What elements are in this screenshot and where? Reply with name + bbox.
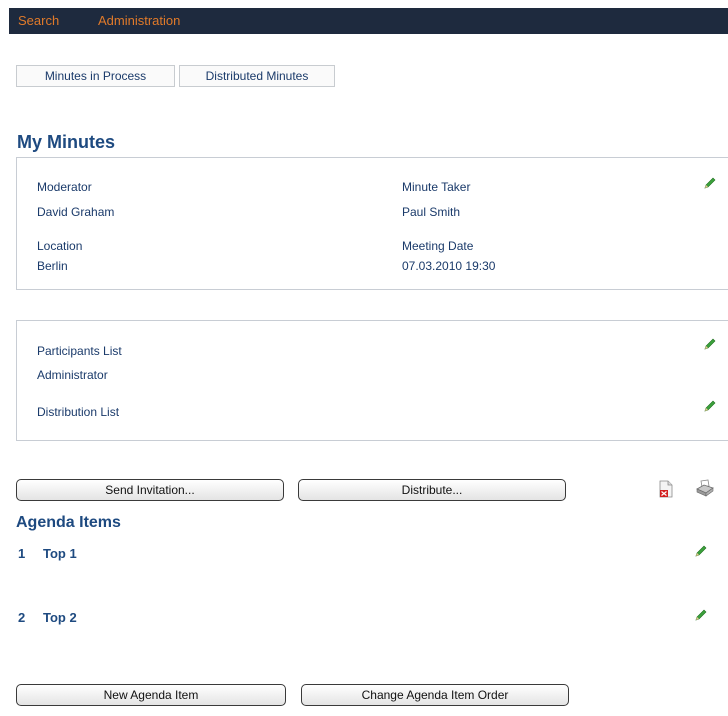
moderator-value: David Graham <box>37 205 115 219</box>
edit-distribution-pencil-icon[interactable] <box>703 399 717 413</box>
moderator-label: Moderator <box>37 180 92 194</box>
pdf-export-icon[interactable] <box>658 480 674 501</box>
minute-taker-label: Minute Taker <box>402 180 471 194</box>
send-invitation-button[interactable]: Send Invitation... <box>16 479 284 501</box>
distribute-button[interactable]: Distribute... <box>298 479 566 501</box>
agenda-item-number: 2 <box>18 610 26 625</box>
edit-participants-pencil-icon[interactable] <box>703 337 717 351</box>
printer-icon[interactable] <box>696 479 714 500</box>
change-agenda-order-button[interactable]: Change Agenda Item Order <box>301 684 569 706</box>
tab-minutes-in-process[interactable]: Minutes in Process <box>16 65 175 87</box>
agenda-item-title[interactable]: Top 1 <box>43 546 77 561</box>
tab-distributed-minutes[interactable]: Distributed Minutes <box>179 65 335 87</box>
location-value: Berlin <box>37 259 68 273</box>
agenda-item-number: 1 <box>18 546 26 561</box>
top-navigation-bar: Search Administration <box>9 8 728 34</box>
agenda-items-heading: Agenda Items <box>16 514 121 531</box>
edit-agenda-item-pencil-icon[interactable] <box>694 608 708 622</box>
nav-administration-link[interactable]: Administration <box>98 13 180 28</box>
location-label: Location <box>37 239 83 253</box>
participants-panel: Participants List Administrator Distribu… <box>16 320 728 441</box>
new-agenda-item-button[interactable]: New Agenda Item <box>16 684 286 706</box>
edit-agenda-item-pencil-icon[interactable] <box>694 544 708 558</box>
meeting-details-panel: Moderator David Graham Minute Taker Paul… <box>16 157 728 290</box>
page-title: My Minutes <box>17 132 116 152</box>
agenda-item-title[interactable]: Top 2 <box>43 610 77 625</box>
edit-meeting-pencil-icon[interactable] <box>703 176 717 190</box>
meeting-date-label: Meeting Date <box>402 239 474 253</box>
distribution-list-label: Distribution List <box>37 405 120 419</box>
nav-search-link[interactable]: Search <box>18 13 59 28</box>
meeting-date-value: 07.03.2010 19:30 <box>402 259 496 273</box>
participants-list-label: Participants List <box>37 344 122 358</box>
minute-taker-value: Paul Smith <box>402 205 461 219</box>
participant-item: Administrator <box>37 368 108 382</box>
